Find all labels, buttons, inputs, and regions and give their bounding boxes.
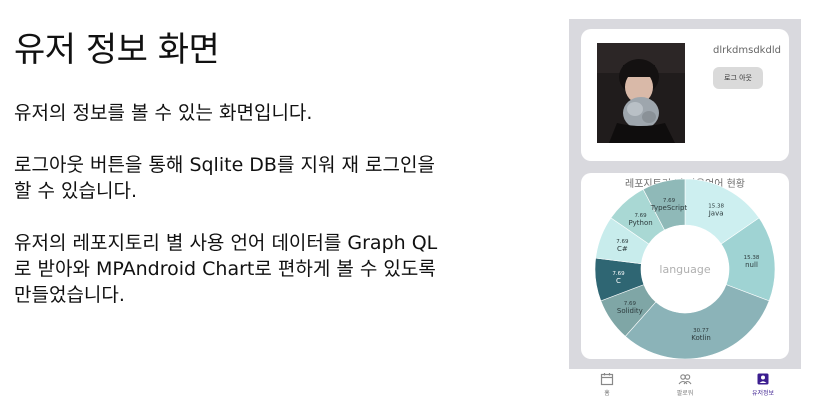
description-paragraph-3: 유저의 레포지토리 별 사용 언어 데이터를 Graph QL 로 받아와 MP… <box>14 232 438 306</box>
nav-followers[interactable]: 팔로워 <box>655 369 715 407</box>
nav-user-info[interactable]: 유저정보 <box>733 369 793 407</box>
user-icon <box>757 373 769 385</box>
nav-user-info-label: 유저정보 <box>751 390 775 397</box>
bottom-navigation: 홈 팔로워 유저정보 <box>569 369 801 407</box>
people-icon <box>678 374 692 385</box>
nav-home-label: 홈 <box>604 390 610 397</box>
slice-name-label: null <box>745 261 758 269</box>
slice-name-label: Solidity <box>617 307 643 315</box>
description-paragraph-1: 유저의 정보를 볼 수 있는 화면입니다. <box>14 102 313 124</box>
slide-description: 유저의 정보를 볼 수 있는 화면입니다. 로그아웃 버튼을 통해 Sqlite… <box>14 100 534 334</box>
slide-title: 유저 정보 화면 <box>14 30 220 70</box>
nav-home[interactable]: 홈 <box>577 369 637 407</box>
language-chart-card: 레포지토리 별 사용언어 현황 15.38Java15.38null30.77K… <box>581 173 789 359</box>
profile-card: dlrkdmsdkdld 로그 아웃 <box>581 29 789 161</box>
slice-name-label: TypeScript <box>650 204 688 212</box>
language-pie-chart: 15.38Java15.38null30.77Kotlin7.69Solidit… <box>594 178 776 359</box>
user-avatar <box>597 43 685 143</box>
username: dlrkdmsdkdld <box>713 45 781 56</box>
slice-name-label: Kotlin <box>691 334 711 342</box>
description-paragraph-2: 로그아웃 버튼을 통해 Sqlite DB를 지워 재 로그인을 할 수 있습니… <box>14 154 435 202</box>
slice-name-label: C <box>616 277 621 285</box>
calendar-icon <box>600 373 614 386</box>
nav-followers-label: 팔로워 <box>676 390 694 397</box>
chart-center-label: language <box>659 263 710 276</box>
phone-screen: dlrkdmsdkdld 로그 아웃 레포지토리 별 사용언어 현황 15.38… <box>569 19 801 407</box>
user-photo-icon <box>597 43 685 143</box>
logout-button[interactable]: 로그 아웃 <box>713 67 763 89</box>
slice-name-label: Python <box>628 219 652 227</box>
slice-name-label: Java <box>708 210 724 218</box>
slice-name-label: C# <box>617 245 628 253</box>
